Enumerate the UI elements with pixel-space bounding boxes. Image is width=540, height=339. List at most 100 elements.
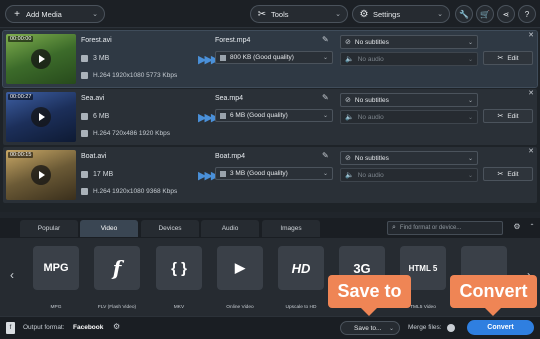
search-icon: ⌕ (392, 224, 396, 231)
output-format-label: Output format: (23, 324, 65, 331)
video-thumbnail[interactable]: 00:00:15 (6, 150, 76, 200)
format-item-mpg[interactable]: MPG MPG (28, 246, 84, 310)
save-to-callout: Save to (328, 275, 411, 316)
tab-devices[interactable]: Devices (141, 220, 199, 237)
info-text: H.264 720x486 1920 Kbps (93, 130, 170, 137)
output-file-name: Sea.mp4 (215, 95, 244, 102)
pencil-icon[interactable]: ✎ (322, 151, 329, 160)
chevron-down-icon: ⌄ (467, 114, 473, 121)
input-file-size: 17 MB (81, 171, 113, 178)
tools-icon: ✂ (257, 8, 267, 20)
chevron-down-icon: ⌄ (467, 155, 473, 162)
close-icon[interactable]: ✕ (528, 147, 534, 155)
close-icon[interactable]: ✕ (528, 89, 534, 97)
tab-label: Images (280, 225, 302, 232)
mkv-icon: { } (156, 246, 202, 290)
subtitles-select[interactable]: ⊘ No subtitles ⌄ (340, 93, 478, 107)
online-video-icon: ▶ (217, 246, 263, 290)
pencil-icon[interactable]: ✎ (322, 35, 329, 44)
quality-select[interactable]: 6 MB (Good quality) ⌄ (215, 109, 333, 122)
format-item-flv[interactable]: f FLV (Flash Video) (89, 246, 145, 310)
file-icon (81, 113, 88, 120)
subtitles-value: No subtitles (354, 96, 389, 104)
tab-popular[interactable]: Popular (20, 220, 78, 237)
edit-button[interactable]: ✂ Edit (483, 51, 533, 65)
info-text: H.264 1920x1080 9368 Kbps (93, 188, 178, 195)
convert-label: Convert (487, 324, 514, 331)
chevron-down-icon: ⌄ (322, 171, 328, 177)
share-button[interactable]: ⋖ (497, 5, 515, 23)
edit-label: Edit (507, 54, 519, 62)
plus-icon: + (14, 8, 20, 20)
chevron-down-icon: ⌄ (92, 11, 98, 18)
play-icon[interactable] (31, 49, 51, 69)
input-file-name: Sea.avi (81, 95, 105, 102)
subtitles-select[interactable]: ⊘ No subtitles ⌄ (340, 151, 478, 165)
file-row[interactable]: 00:00:00 Forest.avi 3 MB H.264 1920x1080… (2, 30, 538, 88)
play-icon[interactable] (31, 165, 51, 185)
input-file-name: Boat.avi (81, 153, 107, 160)
wrench-button[interactable]: 🔧 (455, 5, 473, 23)
mpg-icon: MPG (33, 246, 79, 290)
subtitles-select[interactable]: ⊘ No subtitles ⌄ (340, 35, 478, 49)
convert-button[interactable]: Convert (467, 320, 534, 335)
bottom-bar: f Output format: Facebook ⚙ Save to... ⌄… (0, 316, 540, 339)
tools-button[interactable]: ✂ Tools ⌄ (250, 5, 348, 23)
file-row[interactable]: 00:00:15 Boat.avi 17 MB H.264 1920x1080 … (3, 147, 537, 203)
save-to-select[interactable]: Save to... ⌄ (340, 321, 400, 335)
tile-text: HTML 5 (408, 263, 438, 273)
collapse-icon[interactable]: ⌃ (527, 223, 537, 233)
tab-label: Popular (37, 225, 61, 232)
quality-select[interactable]: 3 MB (Good quality) ⌄ (215, 167, 333, 180)
callout-text: Save to (337, 281, 402, 301)
edit-button[interactable]: ✂ Edit (483, 167, 533, 181)
film-icon (81, 130, 88, 137)
cart-button[interactable]: 🛒 (476, 5, 494, 23)
format-settings-icon[interactable]: ⚙ (511, 222, 523, 234)
quality-select[interactable]: 800 KB (Good quality) ⌄ (215, 51, 333, 64)
format-search-input[interactable]: ⌕ Find format or device... (387, 221, 503, 235)
gear-icon[interactable]: ⚙ (113, 322, 120, 331)
audio-select[interactable]: 🔈 No audio ⌄ (340, 168, 478, 182)
chevron-down-icon: ⌄ (467, 172, 473, 179)
tile-text: f (112, 256, 122, 280)
file-icon (81, 55, 88, 62)
tab-video[interactable]: Video (80, 220, 138, 237)
video-thumbnail[interactable]: 00:00:27 (6, 92, 76, 142)
info-text: H.264 1920x1080 5773 Kbps (93, 72, 178, 79)
chevron-left-icon[interactable]: ‹ (10, 268, 14, 282)
duration-label: 00:00:15 (8, 152, 34, 158)
settings-label: Settings (373, 9, 401, 19)
settings-button[interactable]: ⚙ Settings ⌄ (352, 5, 450, 23)
file-row[interactable]: 00:00:27 Sea.avi 6 MB H.264 720x486 1920… (3, 89, 537, 145)
add-media-button[interactable]: + Add Media ⌄ (5, 5, 105, 23)
chevron-down-icon: ⌄ (437, 11, 443, 18)
format-item-upscale-hd[interactable]: HD Upscale to HD (273, 246, 329, 310)
format-item-online-video[interactable]: ▶ Online Video (212, 246, 268, 310)
output-file-name: Boat.mp4 (215, 153, 245, 160)
help-button[interactable]: ? (518, 5, 536, 23)
merge-files-toggle[interactable] (447, 324, 455, 332)
size-text: 17 MB (93, 171, 114, 178)
tab-label: Audio (221, 225, 239, 232)
gear-icon: ⚙ (359, 8, 369, 20)
video-thumbnail[interactable]: 00:00:00 (6, 34, 76, 84)
format-item-mkv[interactable]: { } MKV (151, 246, 207, 310)
tab-audio[interactable]: Audio (201, 220, 259, 237)
file-icon (220, 112, 226, 119)
hd-icon: HD (278, 246, 324, 290)
app-window: + Add Media ⌄ ✂ Tools ⌄ ⚙ Settings ⌄ 🔧 🛒… (0, 0, 540, 339)
edit-button[interactable]: ✂ Edit (483, 109, 533, 123)
file-list: 00:00:00 Forest.avi 3 MB H.264 1920x1080… (0, 29, 540, 212)
duration-label: 00:00:00 (8, 36, 34, 42)
audio-icon: 🔈 (345, 172, 354, 179)
pencil-icon[interactable]: ✎ (322, 93, 329, 102)
audio-select[interactable]: 🔈 No audio ⌄ (340, 52, 478, 66)
play-icon[interactable] (31, 107, 51, 127)
output-format-value: Facebook (73, 324, 104, 331)
audio-select[interactable]: 🔈 No audio ⌄ (340, 110, 478, 124)
close-icon[interactable]: ✕ (528, 31, 534, 39)
tile-text: HD (291, 260, 311, 276)
tab-images[interactable]: Images (262, 220, 320, 237)
chevron-down-icon: ⌄ (467, 39, 473, 46)
